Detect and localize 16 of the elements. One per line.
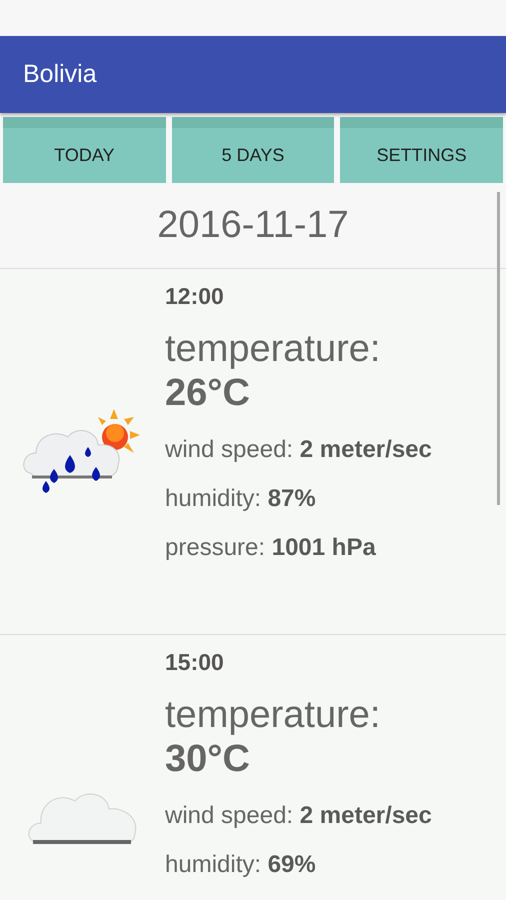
temperature-label: temperature: (165, 693, 382, 737)
weather-detail: pressure: 1001 hPa (165, 533, 377, 563)
tab[interactable]: TODAY (3, 117, 166, 183)
app-title: Bolivia (23, 60, 97, 89)
temperature-label: temperature: (165, 327, 382, 371)
forecast-time: 12:00 (165, 283, 225, 311)
temperature-value: 26°C (165, 371, 251, 415)
tab[interactable]: SETTINGS (340, 117, 504, 183)
weather-detail: humidity: 69% (165, 850, 317, 880)
date-heading: 2016-11-17 (157, 204, 349, 247)
forecast-time: 15:00 (165, 649, 225, 677)
weather-detail: wind speed: 2 meter/sec (165, 801, 432, 831)
weather-detail: humidity: 87% (165, 484, 317, 514)
weather-detail: wind speed: 2 meter/sec (165, 435, 432, 465)
temperature-value: 30°C (165, 737, 251, 781)
tab[interactable]: 5 DAYS (172, 117, 334, 183)
